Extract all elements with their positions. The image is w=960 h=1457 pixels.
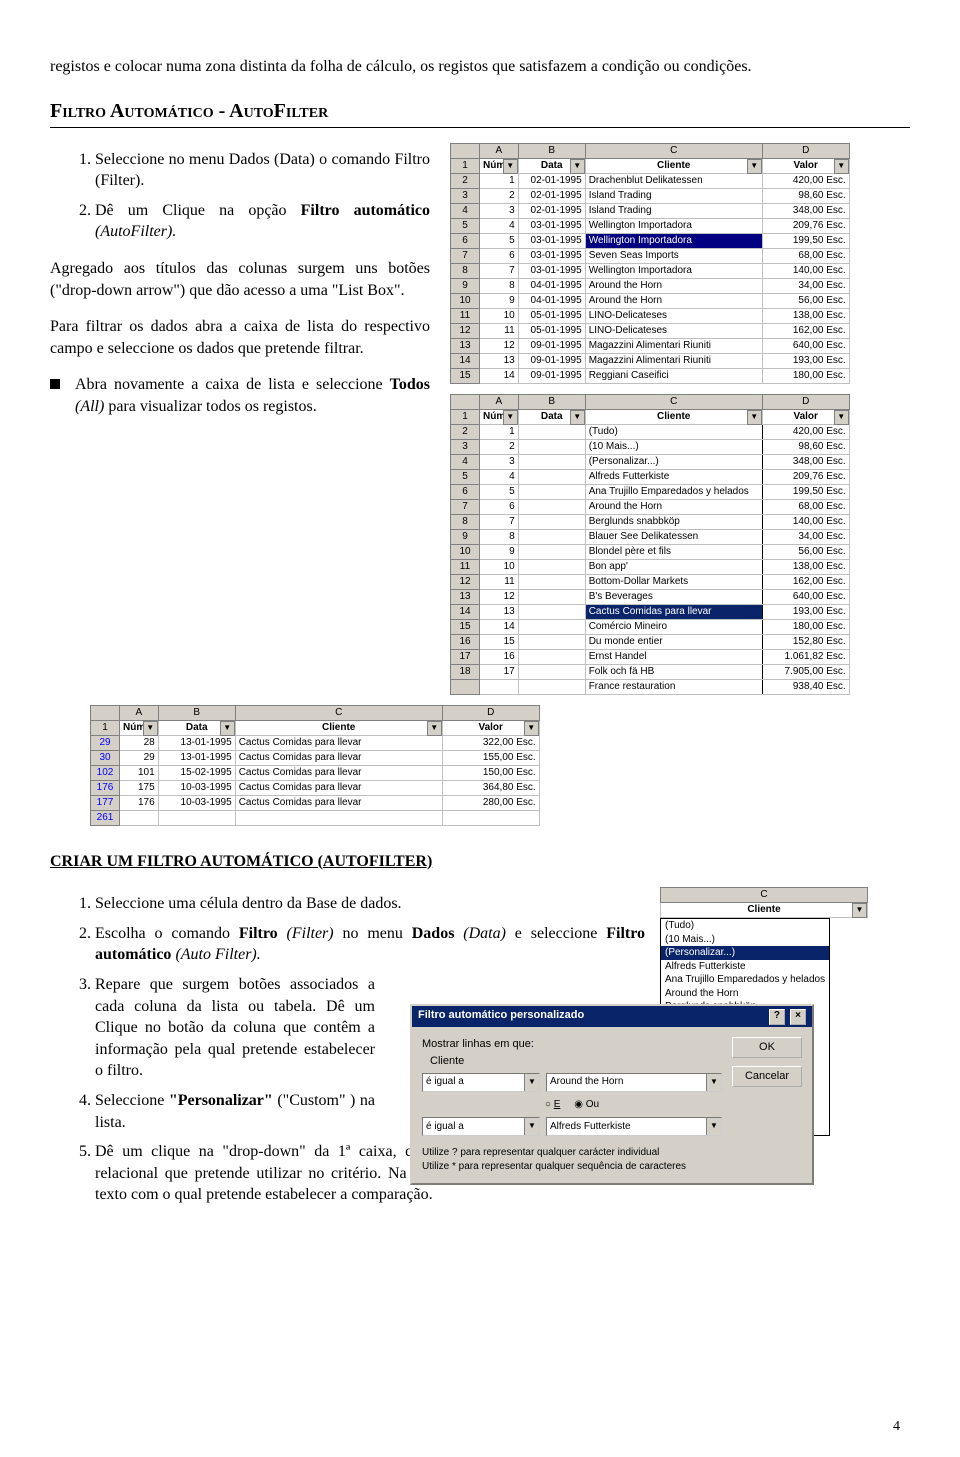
dropdown-item[interactable]: Ana Trujillo Emparedados y helados (661, 973, 829, 987)
intro-para: registos e colocar numa zona distinta da… (50, 56, 910, 78)
ok-button[interactable]: OK (732, 1037, 802, 1058)
dropdown-item[interactable]: Around the Horn (661, 987, 829, 1001)
custom-autofilter-dialog: Filtro automático personalizado ? × Most… (410, 1004, 814, 1185)
s2-step3: Repare que surgem botões associados a ca… (95, 974, 375, 1082)
dropdown-arrow-icon[interactable]: ▼ (427, 721, 442, 736)
op2-select[interactable]: é igual a▼ (422, 1117, 540, 1136)
para-filter-open: Para filtrar os dados abra a caixa de li… (50, 316, 430, 359)
dropdown-item[interactable]: (Tudo) (661, 919, 829, 933)
heading-autofilter: Filtro Automático - AutoFilter (50, 98, 910, 128)
cancel-button[interactable]: Cancelar (732, 1066, 802, 1087)
step-2: Dê um Clique na opção Filtro automático … (95, 200, 430, 243)
chevron-down-icon: ▼ (524, 1074, 539, 1091)
dropdown-arrow-icon[interactable]: ▼ (852, 903, 867, 918)
op1-select[interactable]: é igual a▼ (422, 1073, 540, 1092)
dropdown-arrow-icon[interactable]: ▼ (524, 721, 539, 736)
dropdown-arrow-icon[interactable]: ▼ (747, 410, 762, 425)
radio-ou[interactable]: ◉ Ou (574, 1099, 599, 1110)
help-button[interactable]: ? (769, 1009, 785, 1025)
excel-cliente-header: C Cliente▼ (660, 887, 868, 918)
dropdown-arrow-icon[interactable]: ▼ (834, 159, 849, 174)
dropdown-arrow-icon[interactable]: ▼ (570, 159, 585, 174)
dropdown-item[interactable]: (Personalizar...) (661, 946, 829, 960)
close-button[interactable]: × (790, 1009, 806, 1025)
dialog-title: Filtro automático personalizado (418, 1008, 584, 1025)
square-bullet-icon (50, 379, 60, 389)
chevron-down-icon: ▼ (524, 1118, 539, 1135)
hint1: Utilize ? para representar qualquer cará… (422, 1146, 722, 1160)
dropdown-arrow-icon[interactable]: ▼ (143, 721, 158, 736)
excel-table-1: ABCD 1 Númer▼ Data▼ Cliente▼ Valor▼ 2102… (450, 143, 850, 384)
dropdown-arrow-icon[interactable]: ▼ (834, 410, 849, 425)
excel-table-3-filtered: ABCD 1 Númer▼ Data▼ Cliente▼ Valor▼ 2928… (90, 705, 540, 826)
step-1: Seleccione no menu Dados (Data) o comand… (95, 149, 430, 192)
s2-step2: Escolha o comando Filtro (Filter) no men… (95, 923, 645, 966)
mostrar-label: Mostrar linhas em que: (422, 1037, 722, 1052)
dropdown-arrow-icon[interactable]: ▼ (220, 721, 235, 736)
dropdown-arrow-icon[interactable]: ▼ (503, 410, 518, 425)
s2-step4: Seleccione "Personalizar" ("Custom" ) na… (95, 1090, 375, 1133)
heading-criar-filtro: CRIAR UM FILTRO AUTOMÁTICO (AUTOFILTER) (50, 851, 910, 873)
dropdown-item[interactable]: Alfreds Futterkiste (661, 960, 829, 974)
excel-table-2: ABCD 1 Númer▼ Data▼ Cliente▼ Valor▼ 21(T… (450, 394, 850, 695)
val1-select[interactable]: Around the Horn▼ (546, 1073, 722, 1092)
bullet-show-all: Abra novamente a caixa de lista e selecc… (50, 374, 430, 417)
chevron-down-icon: ▼ (706, 1118, 721, 1135)
s2-step1: Seleccione uma célula dentro da Base de … (95, 893, 645, 915)
radio-e[interactable]: ○ E (545, 1099, 561, 1110)
dropdown-arrow-icon[interactable]: ▼ (570, 410, 585, 425)
para-listbox: Agregado aos títulos das colunas surgem … (50, 258, 430, 301)
dropdown-arrow-icon[interactable]: ▼ (747, 159, 762, 174)
chevron-down-icon: ▼ (706, 1074, 721, 1091)
val2-select[interactable]: Alfreds Futterkiste▼ (546, 1117, 722, 1136)
dropdown-item[interactable]: (10 Mais...) (661, 933, 829, 947)
campo-label: Cliente (430, 1054, 722, 1069)
dropdown-arrow-icon[interactable]: ▼ (503, 159, 518, 174)
page-number: 4 (893, 1418, 900, 1437)
hint2: Utilize * para representar qualquer sequ… (422, 1160, 722, 1174)
